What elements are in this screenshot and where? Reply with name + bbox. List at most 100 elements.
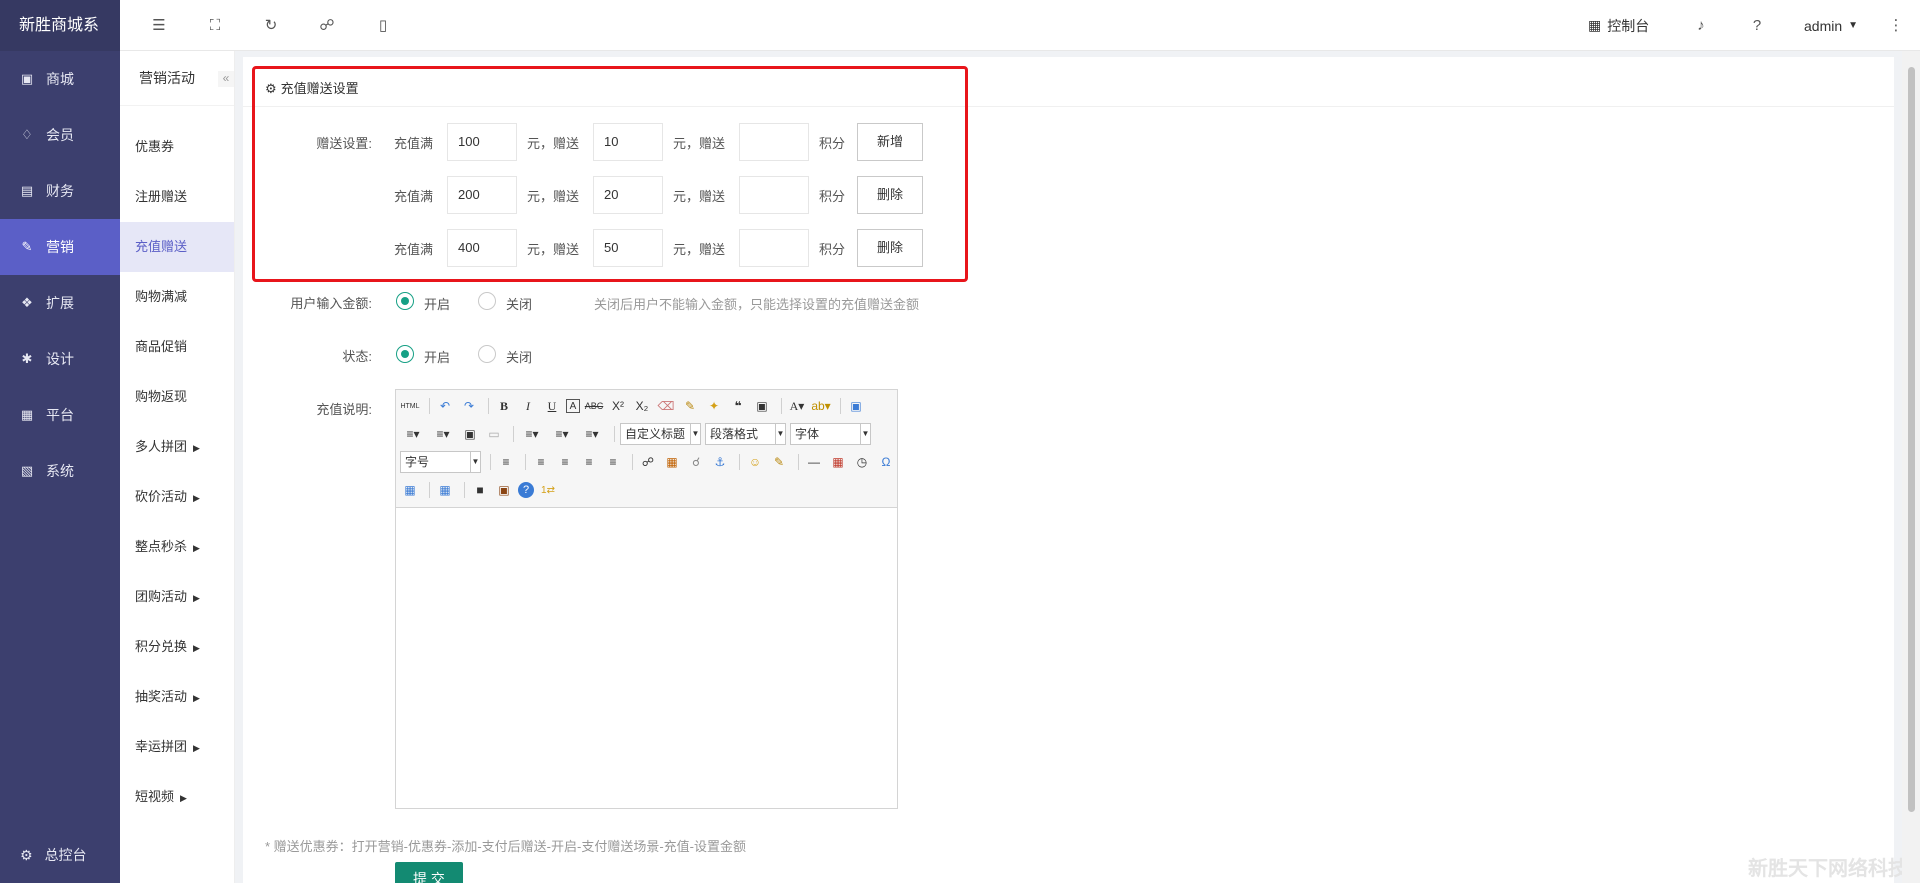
row1-amount-input[interactable]: 100 <box>447 123 517 161</box>
editor-content-area[interactable] <box>396 508 897 808</box>
line-spacing-icon[interactable]: ≡▾ <box>579 424 605 444</box>
subnav-item-lottery[interactable]: 抽奖活动 ▶ <box>120 672 234 722</box>
undo-icon[interactable]: ↶ <box>435 396 455 416</box>
row2-points-input[interactable] <box>739 176 809 214</box>
unlink-icon[interactable]: ☌ <box>686 452 706 472</box>
refresh-icon[interactable]: ↻ <box>261 16 281 36</box>
sidebar-item-marketing[interactable]: ✎ 营销 <box>0 219 120 275</box>
horizontal-rule-icon[interactable]: — <box>804 452 824 472</box>
paste-plain-icon[interactable]: ▣ <box>752 396 772 416</box>
subnav-item-team-buy[interactable]: 团购活动 ▶ <box>120 572 234 622</box>
italic-icon[interactable]: I <box>518 396 538 416</box>
paragraph-format-select[interactable]: 段落格式 ▼ <box>705 423 786 445</box>
align-justify-icon[interactable]: ≡ <box>603 452 623 472</box>
row2-amount-input[interactable]: 200 <box>447 176 517 214</box>
image-icon[interactable]: ▦ <box>662 452 682 472</box>
scrollbar-thumb[interactable] <box>1908 67 1915 812</box>
user-menu[interactable]: admin ▼ <box>1804 0 1858 51</box>
strikethrough-icon[interactable]: ABC <box>584 396 604 416</box>
format-brush-icon[interactable]: ✎ <box>680 396 700 416</box>
subscript-icon[interactable]: X₂ <box>632 396 652 416</box>
subnav-item-full-reduction[interactable]: 购物满减 <box>120 272 234 322</box>
image-manager-icon[interactable]: ▦ <box>400 480 420 500</box>
subnav-item-bargain[interactable]: 砍价活动 ▶ <box>120 472 234 522</box>
subnav-item-recharge-gift[interactable]: 充值赠送 <box>120 222 234 272</box>
row1-points-input[interactable] <box>739 123 809 161</box>
menu-indent-icon[interactable]: ☰ <box>149 16 169 36</box>
delete-row-button[interactable]: 删除 <box>857 176 923 214</box>
anchor-icon[interactable]: ⚓ <box>710 452 730 472</box>
sidebar-item-shop[interactable]: ▣ 商城 <box>0 51 120 107</box>
bold-icon[interactable]: B <box>494 396 514 416</box>
special-chars-icon[interactable]: Ω <box>876 452 896 472</box>
sidebar-item-design[interactable]: ✱ 设计 <box>0 331 120 387</box>
delete-row-button[interactable]: 删除 <box>857 229 923 267</box>
bell-icon[interactable]: ♪ <box>1691 16 1711 36</box>
line-height-icon[interactable]: ▣ <box>460 424 480 444</box>
auto-typeset-icon[interactable]: ✦ <box>704 396 724 416</box>
row-spacing-bottom-icon[interactable]: ≡▾ <box>549 424 575 444</box>
superscript-icon[interactable]: X² <box>608 396 628 416</box>
subnav-item-coupon[interactable]: 优惠券 <box>120 122 234 172</box>
custom-heading-select[interactable]: 自定义标题 ▼ <box>620 423 701 445</box>
subnav-item-points-exchange[interactable]: 积分兑换 ▶ <box>120 622 234 672</box>
status-on-radio[interactable] <box>396 345 414 363</box>
row3-gift-input[interactable]: 50 <box>593 229 663 267</box>
indent-icon[interactable]: ≡ <box>496 452 516 472</box>
sidebar-item-platform[interactable]: ▦ 平台 <box>0 387 120 443</box>
background-color-icon[interactable]: ab▾ <box>811 396 831 416</box>
row1-gift-input[interactable]: 10 <box>593 123 663 161</box>
font-size-select[interactable]: 字号 ▼ <box>400 451 481 473</box>
preview-icon[interactable]: ▣ <box>846 396 866 416</box>
page-scrollbar[interactable] <box>1902 51 1920 883</box>
html-source-icon[interactable]: HTML <box>400 396 420 416</box>
user-input-off-radio[interactable] <box>478 292 496 310</box>
font-border-icon[interactable]: A <box>566 399 580 413</box>
console-link[interactable]: ▦ 控制台 <box>1588 0 1649 51</box>
subnav-item-flash-sale[interactable]: 整点秒杀 ▶ <box>120 522 234 572</box>
align-right-icon[interactable]: ≡ <box>579 452 599 472</box>
underline-icon[interactable]: U <box>542 396 562 416</box>
align-center-icon[interactable]: ≡ <box>555 452 575 472</box>
subnav-item-register-gift[interactable]: 注册赠送 <box>120 172 234 222</box>
emoticon-icon[interactable]: ☺ <box>745 452 765 472</box>
eraser-icon[interactable]: ⌫ <box>656 396 676 416</box>
help-icon[interactable]: ? <box>1747 16 1767 36</box>
subnav-item-short-video[interactable]: 短视频 ▶ <box>120 772 234 822</box>
spellcheck-icon[interactable]: 1⇄ <box>538 480 558 500</box>
subnav-item-cashback[interactable]: 购物返现 <box>120 372 234 422</box>
ordered-list-icon[interactable]: ≡▾ <box>400 424 426 444</box>
row2-gift-input[interactable]: 20 <box>593 176 663 214</box>
mobile-icon[interactable]: ▯ <box>373 16 393 36</box>
link-icon[interactable]: ☍ <box>638 452 658 472</box>
subnav-item-group-buy[interactable]: 多人拼团 ▶ <box>120 422 234 472</box>
sidebar-item-finance[interactable]: ▤ 财务 <box>0 163 120 219</box>
row3-amount-input[interactable]: 400 <box>447 229 517 267</box>
align-left-icon[interactable]: ≡ <box>531 452 551 472</box>
font-family-select[interactable]: 字体 ▼ <box>790 423 871 445</box>
blockquote-icon[interactable]: ❝ <box>728 396 748 416</box>
more-vertical-icon[interactable]: ⋮ <box>1886 16 1906 36</box>
row3-points-input[interactable] <box>739 229 809 267</box>
subnav-item-promotion[interactable]: 商品促销 <box>120 322 234 372</box>
sidebar-item-dashboard[interactable]: ⚙ 总控台 <box>0 827 120 883</box>
status-off-radio[interactable] <box>478 345 496 363</box>
search-replace-icon[interactable]: ■ <box>470 480 490 500</box>
date-icon[interactable]: ▦ <box>828 452 848 472</box>
link-icon[interactable]: ☍ <box>317 16 337 36</box>
sidebar-item-member[interactable]: ♢ 会员 <box>0 107 120 163</box>
unordered-list-icon[interactable]: ≡▾ <box>430 424 456 444</box>
submit-button[interactable]: 提 交 <box>395 862 463 883</box>
subnav-item-lucky-group[interactable]: 幸运拼团 ▶ <box>120 722 234 772</box>
collapse-icon[interactable]: « <box>218 71 234 87</box>
add-row-button[interactable]: 新增 <box>857 123 923 161</box>
user-input-on-radio[interactable] <box>396 292 414 310</box>
sidebar-item-extend[interactable]: ❖ 扩展 <box>0 275 120 331</box>
redo-icon[interactable]: ↷ <box>459 396 479 416</box>
time-icon[interactable]: ◷ <box>852 452 872 472</box>
sidebar-item-system[interactable]: ▧ 系统 <box>0 443 120 499</box>
fullscreen-icon[interactable]: ⛶ <box>205 16 225 36</box>
help-icon[interactable]: ? <box>518 482 534 498</box>
table-icon[interactable]: ▦ <box>435 480 455 500</box>
template-icon[interactable]: ▣ <box>494 480 514 500</box>
